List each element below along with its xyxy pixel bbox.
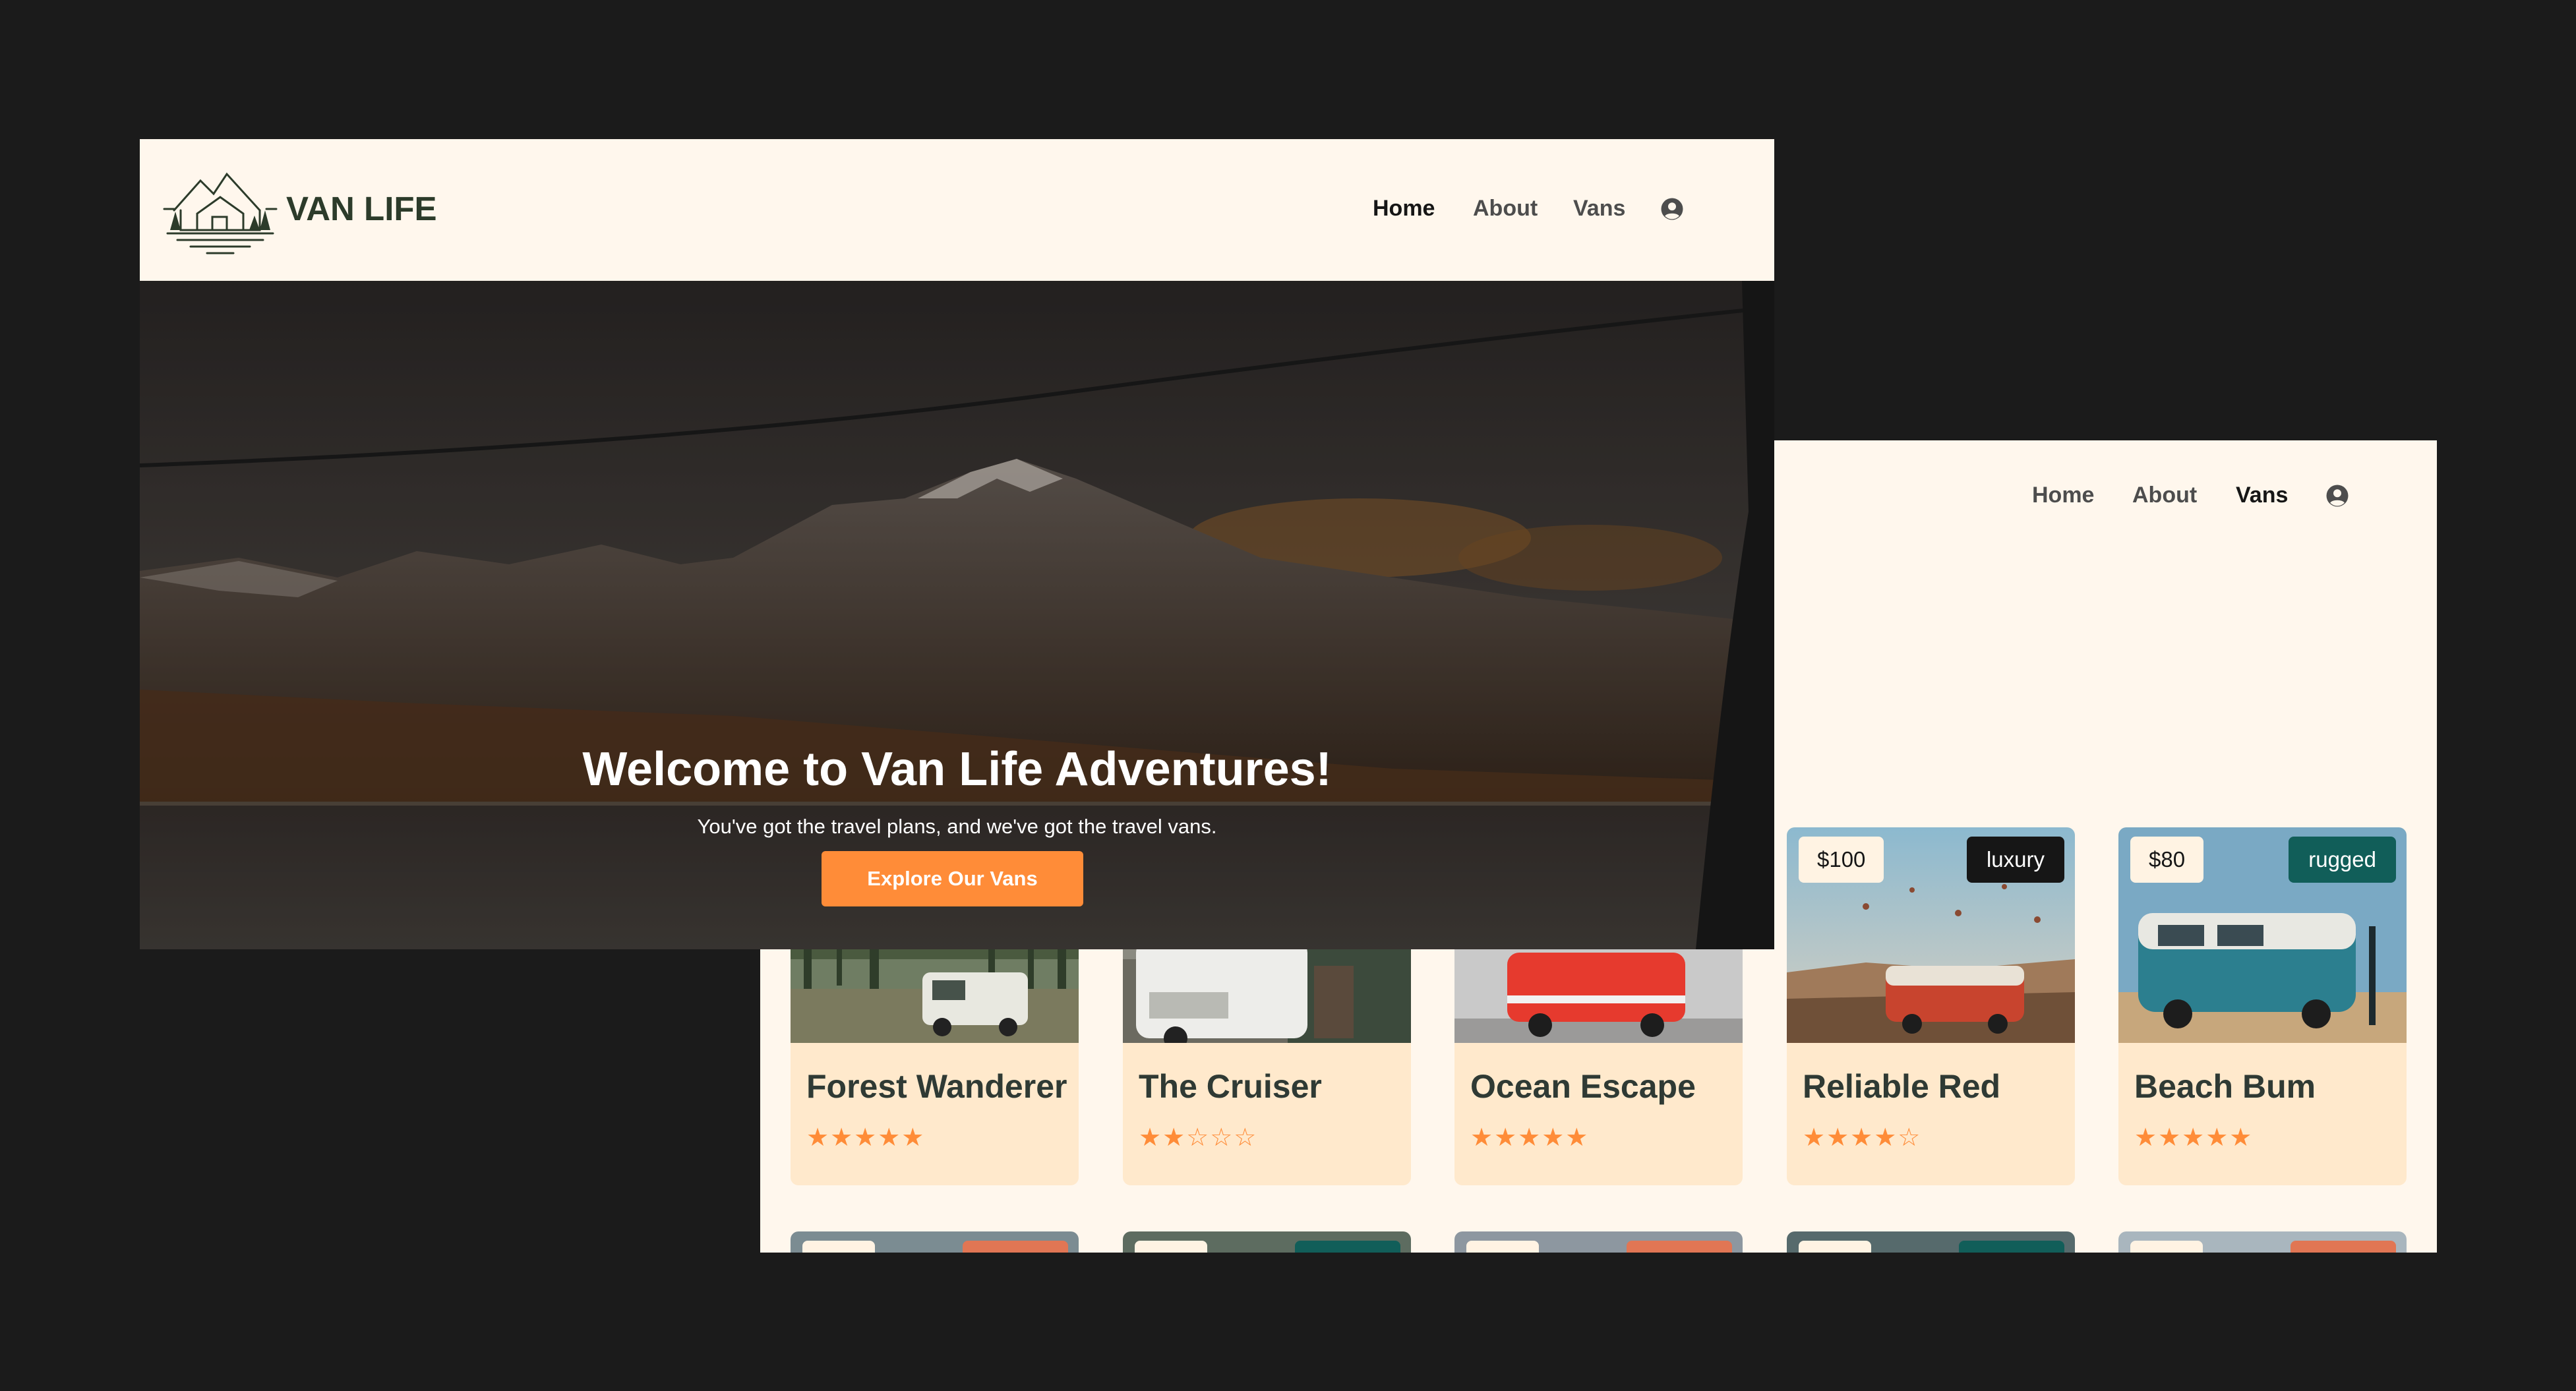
van-card-partial[interactable]	[1787, 1231, 2075, 1253]
price-badge: $100	[1799, 837, 1884, 883]
user-circle-icon[interactable]	[1660, 197, 1684, 221]
hero-section: Welcome to Van Life Adventures! You've g…	[140, 281, 1774, 949]
rating-stars: ★★★★★	[2134, 1124, 2254, 1152]
explore-vans-button[interactable]: Explore Our Vans	[822, 851, 1083, 906]
van-name: Ocean Escape	[1470, 1068, 1696, 1105]
price-badge	[1135, 1241, 1207, 1253]
price-badge: $80	[2130, 837, 2204, 883]
nav-home-link[interactable]: Home	[2032, 483, 2094, 508]
type-badge	[963, 1241, 1068, 1253]
rating-stars: ★★★★★	[806, 1124, 926, 1152]
brand-name[interactable]: VAN LIFE	[286, 189, 437, 228]
van-name: The Cruiser	[1139, 1068, 1322, 1105]
rating-stars: ★★★★☆	[1803, 1124, 1922, 1152]
type-badge	[2291, 1241, 2396, 1253]
van-name: Reliable Red	[1803, 1068, 2001, 1105]
hero-title: Welcome to Van Life Adventures!	[582, 743, 1332, 796]
price-badge	[802, 1241, 875, 1253]
van-card-reliable-red[interactable]: $100 luxury Reliable Red ★★★★☆	[1787, 827, 2075, 1185]
van-card-partial[interactable]	[1123, 1231, 1411, 1253]
nav-vans-link[interactable]: Vans	[1573, 196, 1625, 222]
type-badge	[1627, 1241, 1732, 1253]
van-name: Beach Bum	[2134, 1068, 2316, 1105]
price-badge	[1799, 1241, 1871, 1253]
home-page-window: VAN LIFE Home About Vans Welcome to Van …	[140, 139, 1774, 949]
user-circle-icon[interactable]	[2325, 484, 2349, 508]
type-badge	[1295, 1241, 1400, 1253]
rating-stars: ★★☆☆☆	[1139, 1124, 1258, 1152]
price-badge	[1466, 1241, 1539, 1253]
van-card-partial[interactable]	[2118, 1231, 2407, 1253]
type-badge-luxury[interactable]: luxury	[1966, 837, 2064, 883]
type-badge-rugged[interactable]: rugged	[2289, 837, 2396, 883]
nav-vans-link[interactable]: Vans	[2236, 483, 2288, 508]
hero-subtitle: You've got the travel plans, and we've g…	[697, 815, 1217, 838]
nav-home-link[interactable]: Home	[1373, 196, 1435, 222]
site-header: VAN LIFE Home About Vans	[140, 139, 1774, 281]
nav-about-link[interactable]: About	[2132, 483, 2197, 508]
price-badge	[2130, 1241, 2203, 1253]
van-card-beach-bum[interactable]: $80 rugged Beach Bum ★★★★★	[2118, 827, 2407, 1185]
van-card-partial[interactable]	[791, 1231, 1079, 1253]
van-name: Forest Wanderer	[806, 1068, 1067, 1105]
van-card-partial[interactable]	[1454, 1231, 1743, 1253]
mountain-cabin-logo-icon[interactable]	[161, 158, 280, 263]
hero-background-image	[140, 281, 1774, 949]
rating-stars: ★★★★★	[1470, 1124, 1590, 1152]
nav-about-link[interactable]: About	[1473, 196, 1538, 222]
type-badge	[1959, 1241, 2064, 1253]
